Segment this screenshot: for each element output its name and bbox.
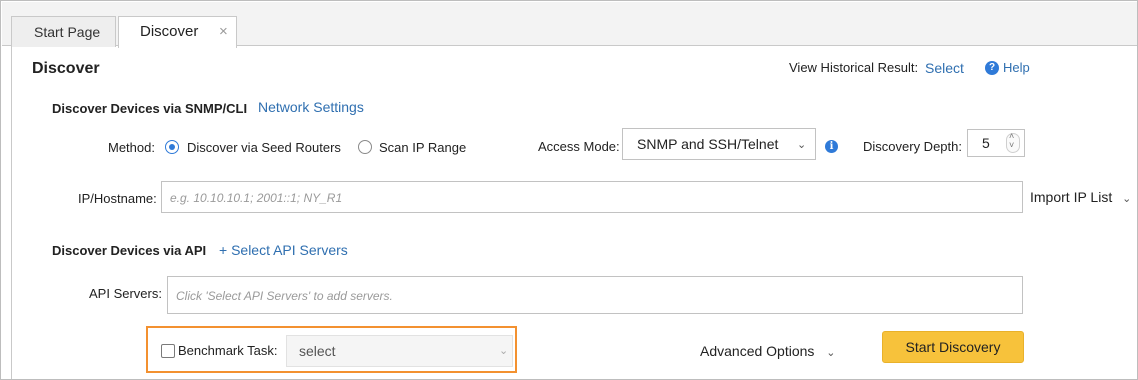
- discovery-depth-label: Discovery Depth:: [863, 139, 962, 154]
- radio-seed-routers-label[interactable]: Discover via Seed Routers: [187, 140, 341, 155]
- api-servers-placeholder: Click 'Select API Servers' to add server…: [176, 289, 393, 303]
- advanced-options-toggle[interactable]: Advanced Options ⌄: [700, 343, 836, 359]
- chevron-down-icon: ⌄: [1122, 193, 1132, 205]
- benchmark-task-label[interactable]: Benchmark Task:: [178, 343, 277, 358]
- chevron-down-icon: ⌄: [826, 347, 836, 359]
- chevron-down-icon: ⌄: [797, 139, 807, 151]
- benchmark-task-select[interactable]: select ⌄: [286, 335, 513, 367]
- select-api-servers-link[interactable]: + Select API Servers: [219, 242, 348, 258]
- advanced-options-label: Advanced Options: [700, 343, 815, 359]
- api-servers-label: API Servers:: [89, 286, 162, 301]
- tab-start-page[interactable]: Start Page: [11, 16, 116, 47]
- discovery-depth-value: 5: [982, 135, 990, 151]
- access-mode-value: SNMP and SSH/Telnet: [637, 136, 779, 152]
- start-discovery-button[interactable]: Start Discovery: [882, 331, 1024, 363]
- import-ip-list-button[interactable]: Import IP List ⌄: [1030, 189, 1131, 205]
- access-mode-label: Access Mode:: [538, 139, 620, 154]
- ip-hostname-placeholder: e.g. 10.10.10.1; 2001::1; NY_R1: [170, 191, 343, 205]
- app-frame: Start Page Discover × Discover View Hist…: [0, 0, 1138, 380]
- import-ip-list-label: Import IP List: [1030, 189, 1113, 205]
- ip-hostname-input[interactable]: e.g. 10.10.10.1; 2001::1; NY_R1: [161, 181, 1023, 213]
- historical-result-label: View Historical Result:: [789, 60, 919, 75]
- historical-select-link[interactable]: Select: [925, 60, 964, 76]
- benchmark-task-value: select: [299, 343, 336, 359]
- ip-hostname-label: IP/Hostname:: [78, 191, 157, 206]
- tab-label: Discover: [140, 23, 199, 40]
- chevron-down-icon: ⌄: [499, 345, 509, 357]
- api-section-title: Discover Devices via API: [52, 243, 207, 258]
- help-icon[interactable]: ?: [985, 61, 999, 75]
- radio-scan-ip-range[interactable]: [358, 140, 372, 154]
- page-title: Discover: [32, 60, 100, 77]
- spinner-down-icon[interactable]: ˅: [1009, 140, 1014, 150]
- access-mode-select[interactable]: SNMP and SSH/Telnet ⌄: [622, 128, 816, 160]
- benchmark-checkbox[interactable]: [161, 344, 175, 358]
- help-link[interactable]: Help: [1003, 60, 1030, 75]
- radio-scan-ip-range-label[interactable]: Scan IP Range: [379, 140, 466, 155]
- radio-seed-routers[interactable]: [165, 140, 179, 154]
- discovery-depth-input[interactable]: 5 ˄ ˅: [967, 129, 1025, 157]
- method-label: Method:: [108, 140, 155, 155]
- network-settings-link[interactable]: Network Settings: [258, 99, 364, 115]
- snmp-section-title: Discover Devices via SNMP/CLI: [52, 101, 248, 116]
- info-icon[interactable]: i: [825, 140, 838, 153]
- tab-label: Start Page: [34, 24, 101, 40]
- tab-strip: Start Page Discover ×: [2, 2, 1137, 48]
- close-icon[interactable]: ×: [219, 23, 228, 40]
- spinner-icon[interactable]: ˄ ˅: [1006, 131, 1020, 153]
- tab-discover[interactable]: Discover ×: [118, 16, 237, 48]
- api-servers-input[interactable]: Click 'Select API Servers' to add server…: [167, 276, 1023, 314]
